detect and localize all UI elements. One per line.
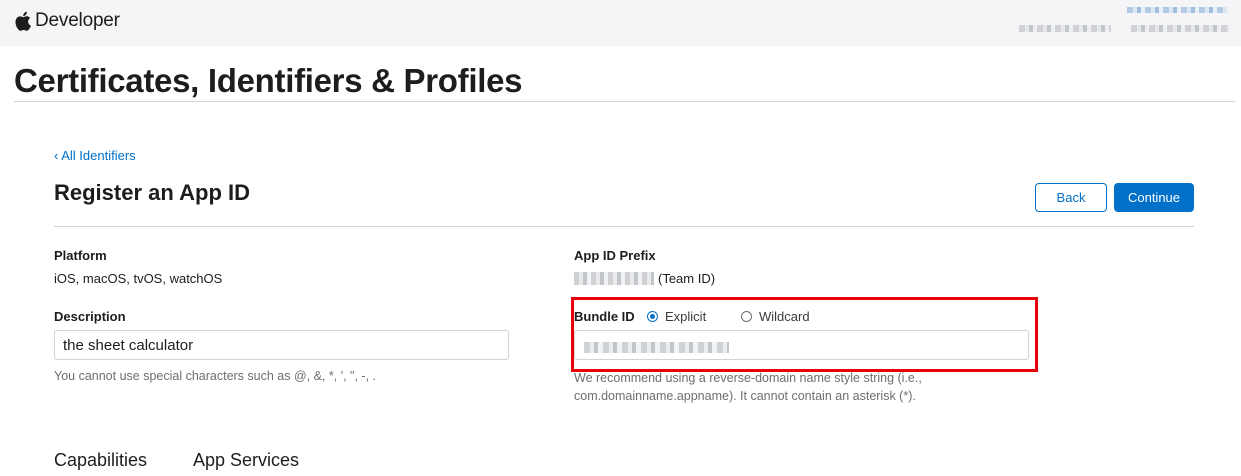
bundle-id-hint-line1: We recommend using a reverse-domain name… xyxy=(574,371,922,385)
title-divider xyxy=(14,101,1235,102)
description-hint: You cannot use special characters such a… xyxy=(54,369,376,383)
platform-value: iOS, macOS, tvOS, watchOS xyxy=(54,271,223,286)
platform-label: Platform xyxy=(54,248,107,263)
apple-logo-icon xyxy=(15,11,31,31)
all-identifiers-link[interactable]: ‹ All Identifiers xyxy=(54,148,136,163)
continue-button[interactable]: Continue xyxy=(1114,183,1194,212)
team-id-suffix: (Team ID) xyxy=(658,271,716,286)
tab-capabilities[interactable]: Capabilities xyxy=(54,450,147,471)
description-input[interactable] xyxy=(54,330,509,360)
back-button[interactable]: Back xyxy=(1035,183,1107,212)
global-header: Developer xyxy=(0,0,1241,46)
page-title: Certificates, Identifiers & Profiles xyxy=(14,62,523,99)
account-info-redacted[interactable] xyxy=(1019,6,1229,40)
bundle-id-hint-line2: com.domainname.appname). It cannot conta… xyxy=(574,389,916,403)
tab-app-services[interactable]: App Services xyxy=(193,450,299,471)
brand-label: Developer xyxy=(35,10,120,31)
section-divider xyxy=(54,226,1194,227)
app-id-prefix-label: App ID Prefix xyxy=(574,248,656,263)
bundle-id-highlight-box xyxy=(571,297,1038,372)
developer-brand[interactable]: Developer xyxy=(14,8,120,34)
register-app-id-title: Register an App ID xyxy=(54,180,250,205)
description-label: Description xyxy=(54,309,126,324)
app-id-prefix-redacted xyxy=(574,272,654,285)
